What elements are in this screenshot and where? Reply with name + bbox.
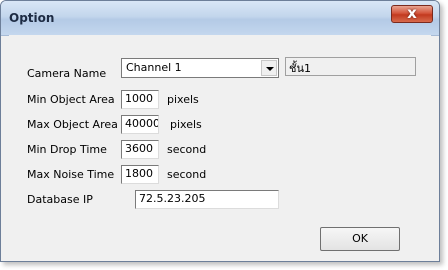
dialog-body: Camera Name Channel 1 ชั้น1 Min Object A… [9, 35, 431, 255]
min-drop-time-input[interactable]: 3600 [121, 140, 159, 159]
min-drop-time-unit: second [167, 143, 207, 156]
camera-alias-field[interactable]: ชั้น1 [285, 57, 416, 76]
ok-button[interactable]: OK [320, 227, 400, 251]
camera-name-label: Camera Name [27, 67, 107, 80]
max-noise-time-label: Max Noise Time [27, 168, 115, 181]
close-icon: x [407, 4, 417, 22]
max-object-area-unit: pixels [170, 118, 202, 131]
dialog-title: Option [9, 11, 55, 25]
min-object-area-unit: pixels [167, 93, 199, 106]
max-object-area-label: Max Object Area [27, 118, 118, 131]
close-button[interactable]: x [391, 4, 433, 23]
chevron-down-icon[interactable] [261, 60, 277, 76]
option-dialog: Option x Camera Name Channel 1 ชั้น1 Min… [0, 0, 440, 262]
min-drop-time-label: Min Drop Time [27, 143, 107, 156]
database-ip-label: Database IP [27, 193, 93, 206]
max-object-area-input[interactable]: 40000 [121, 115, 159, 134]
max-noise-time-input[interactable]: 1800 [121, 165, 159, 184]
max-noise-time-unit: second [167, 168, 207, 181]
min-object-area-input[interactable]: 1000 [121, 90, 159, 109]
database-ip-input[interactable]: 72.5.23.205 [135, 190, 279, 209]
camera-name-value: Channel 1 [126, 61, 182, 74]
camera-name-select[interactable]: Channel 1 [121, 58, 279, 78]
min-object-area-label: Min Object Area [27, 93, 115, 106]
title-bar[interactable]: Option x [1, 1, 439, 36]
